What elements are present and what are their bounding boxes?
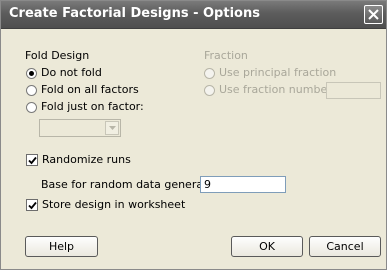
help-button[interactable]: Help xyxy=(25,236,98,257)
seed-label: Base for random data generator: xyxy=(41,178,223,191)
radio-use-fraction-number[interactable] xyxy=(204,85,215,96)
checkmark-icon xyxy=(28,201,37,210)
radio-fold-just-on-factor[interactable] xyxy=(26,102,37,113)
store-design-checkbox[interactable] xyxy=(26,199,38,211)
randomize-runs-checkbox[interactable] xyxy=(26,154,38,166)
radio-use-principal-fraction[interactable] xyxy=(204,68,215,79)
fraction-number-input[interactable] xyxy=(326,82,381,99)
radio-do-not-fold-label[interactable]: Do not fold xyxy=(41,66,102,79)
fraction-heading: Fraction xyxy=(204,49,248,62)
dialog-title: Create Factorial Designs - Options xyxy=(9,6,260,21)
title-bar[interactable]: Create Factorial Designs - Options xyxy=(1,1,386,29)
checkmark-icon xyxy=(28,156,37,165)
options-dialog: Create Factorial Designs - Options Fold … xyxy=(0,0,387,270)
cancel-button[interactable]: Cancel xyxy=(309,236,381,257)
radio-use-fraction-number-label[interactable]: Use fraction number: xyxy=(219,83,335,96)
radio-fold-all-factors[interactable] xyxy=(26,85,37,96)
ok-button[interactable]: OK xyxy=(231,236,303,257)
seed-input[interactable]: 9 xyxy=(200,176,286,193)
radio-do-not-fold[interactable] xyxy=(26,68,37,79)
close-button[interactable] xyxy=(364,5,383,24)
randomize-runs-label[interactable]: Randomize runs xyxy=(42,153,131,166)
close-icon xyxy=(368,9,379,20)
radio-fold-all-factors-label[interactable]: Fold on all factors xyxy=(41,83,139,96)
radio-use-principal-fraction-label[interactable]: Use principal fraction xyxy=(219,66,336,79)
fold-design-heading: Fold Design xyxy=(25,49,90,62)
radio-fold-just-on-factor-label[interactable]: Fold just on factor: xyxy=(41,100,144,113)
chevron-down-icon xyxy=(109,126,116,130)
factor-select[interactable] xyxy=(39,119,121,137)
factor-select-dropdown-button[interactable] xyxy=(105,121,119,135)
store-design-label[interactable]: Store design in worksheet xyxy=(42,198,185,211)
